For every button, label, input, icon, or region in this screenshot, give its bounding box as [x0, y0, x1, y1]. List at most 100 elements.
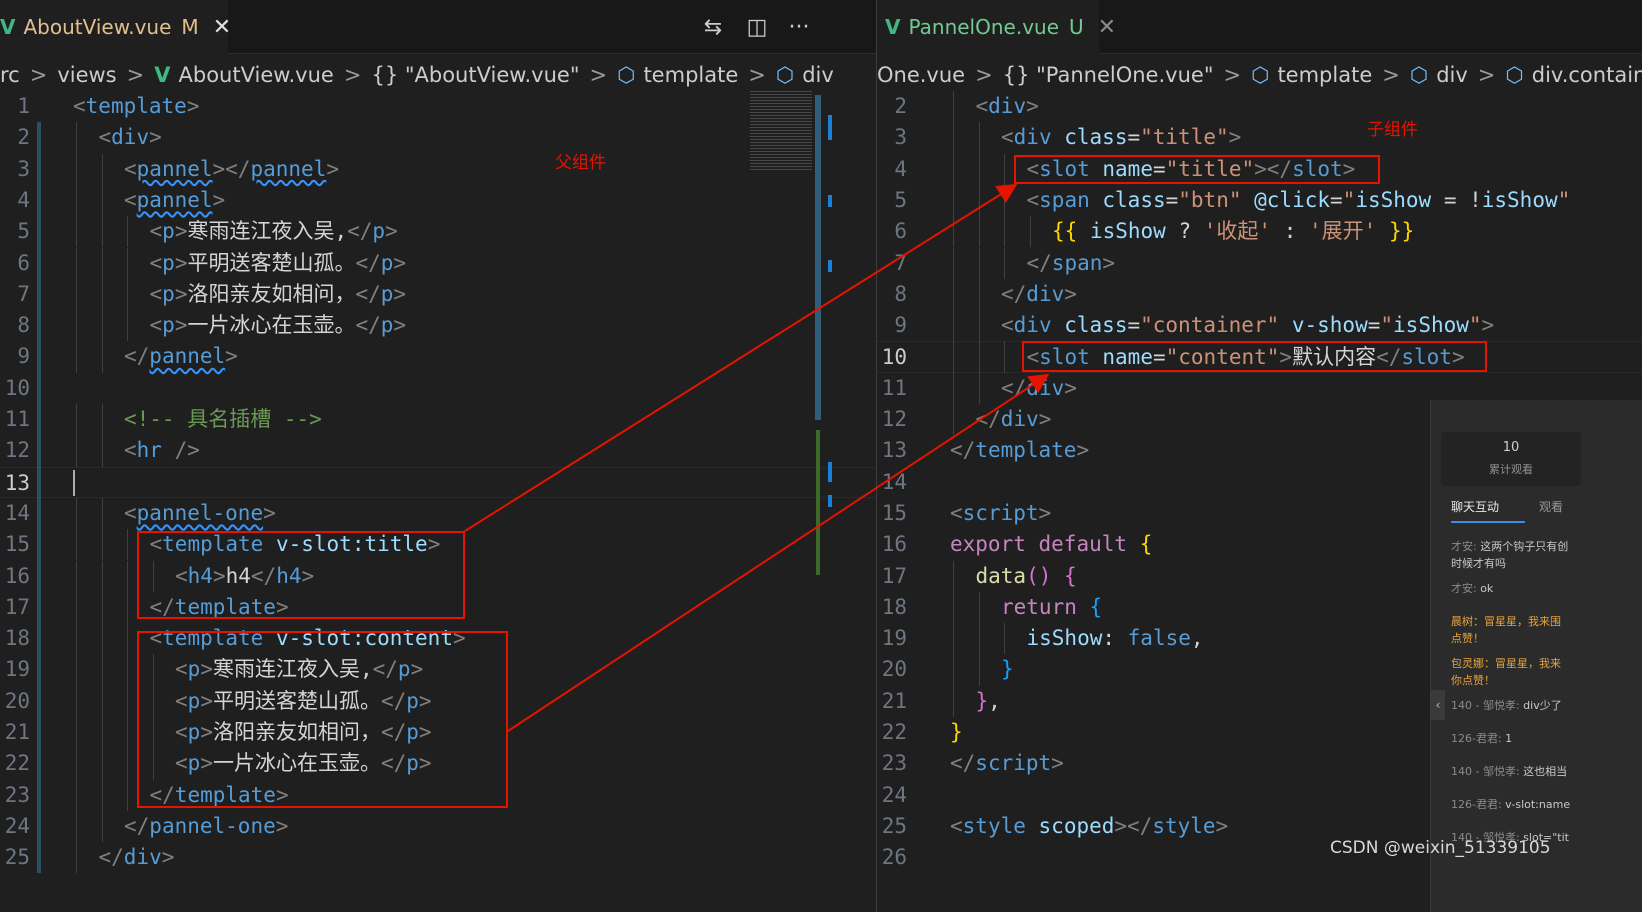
code-line[interactable]: 9 <div class="container" v-show="isShow">: [877, 310, 1642, 341]
indent-guide: [76, 779, 77, 811]
code-line[interactable]: 5 <span class="btn" @click="isShow = !isS…: [877, 185, 1642, 216]
indent-guide: [101, 153, 103, 185]
indent-guide: [101, 685, 103, 717]
code-text: <template>: [73, 91, 199, 122]
code-token: {: [1064, 563, 1077, 588]
code-text: export default {: [950, 529, 1152, 560]
code-token: template: [85, 94, 187, 118]
tab-chat[interactable]: 聊天互动: [1451, 498, 1525, 523]
indent-guide: [76, 529, 77, 561]
breadcrumb-item[interactable]: div.container: [1532, 63, 1642, 87]
code-token: =: [1330, 187, 1343, 212]
code-token: >: [1026, 94, 1039, 118]
code-token: <: [124, 438, 137, 463]
code-token: </: [98, 845, 124, 870]
breadcrumb-item[interactable]: div: [802, 63, 834, 87]
code-token: }: [950, 720, 963, 744]
code-line[interactable]: 8 <p>一片冰心在玉壶。</p>: [0, 310, 876, 341]
indent-guide: [978, 184, 980, 217]
code-line[interactable]: 25 </div>: [0, 842, 876, 873]
line-number: 23: [4, 782, 30, 807]
code-line[interactable]: 13: [0, 466, 876, 498]
tab-pannelone[interactable]: V PannelOne.vue U ✕: [877, 0, 1116, 54]
code-line[interactable]: 14 <pannel-one>: [0, 498, 876, 529]
chat-text-continued: 时候才有吗: [1451, 557, 1506, 570]
split-editor-icon[interactable]: ◫: [742, 12, 772, 42]
symbol-icon: ⬡: [775, 63, 795, 87]
line-number: 2: [894, 94, 907, 118]
indent-guide: [978, 372, 980, 404]
indent-guide: [76, 278, 77, 311]
code-line[interactable]: 5 <p>寒雨连江夜入吴,</p>: [0, 216, 876, 247]
code-token: =: [1165, 187, 1179, 212]
code-token: </: [355, 250, 381, 275]
code-token: </: [1026, 250, 1052, 275]
git-change-bar: [37, 122, 41, 874]
breadcrumb-item[interactable]: template: [1277, 63, 1372, 87]
code-line[interactable]: 8 </div>: [877, 279, 1642, 310]
code-token: >: [1051, 751, 1064, 776]
code-line[interactable]: 1 <template>: [0, 91, 876, 122]
breadcrumb-item[interactable]: One.vue: [877, 63, 965, 87]
indent-guide: [127, 529, 128, 561]
indent-guide: [953, 372, 954, 404]
indent-guide: [76, 341, 77, 373]
tab-viewers[interactable]: 观看: [1539, 498, 1563, 515]
chat-text: div少了: [1523, 699, 1562, 712]
indent-guide: [953, 278, 954, 311]
vue-file-icon: V: [885, 15, 901, 39]
line-number: 1: [17, 94, 30, 118]
breadcrumb-item[interactable]: views: [57, 63, 116, 87]
indent-guide: [76, 153, 77, 185]
code-line[interactable]: 11 <!-- 具名插槽 -->: [0, 404, 876, 435]
line-number: 19: [4, 657, 30, 682]
breadcrumb-item[interactable]: {} "PannelOne.vue": [1003, 63, 1214, 87]
breadcrumb-item[interactable]: rc: [0, 63, 20, 87]
code-line[interactable]: 4 <pannel>: [0, 185, 876, 216]
chat-user: 140 - 邹悦孝:: [1451, 765, 1524, 778]
line-number: 24: [881, 782, 907, 807]
breadcrumb-item[interactable]: template: [643, 63, 738, 87]
vertical-scrollbar[interactable]: [815, 95, 821, 420]
code-line[interactable]: 6 {{ isShow ? '收起' : '展开' }}: [877, 216, 1642, 247]
code-token: :: [1102, 626, 1128, 651]
compare-changes-icon[interactable]: ⇆: [698, 12, 728, 42]
indent-guide: [127, 717, 128, 749]
code-token: 寒雨连江夜入吴,: [187, 219, 348, 244]
code-line[interactable]: 12 <hr />: [0, 435, 876, 466]
indent-guide: [101, 748, 103, 780]
close-icon[interactable]: ✕: [213, 15, 231, 40]
indent-guide: [76, 623, 77, 655]
collapse-arrow-icon[interactable]: ‹: [1431, 690, 1445, 720]
symbol-icon: ⬡: [617, 63, 636, 87]
code-token: 洛阳亲友如相问，: [187, 281, 356, 306]
breadcrumb-item[interactable]: div: [1436, 63, 1468, 87]
code-line[interactable]: 2 <div>: [877, 91, 1642, 122]
symbol-icon: ⬡: [1251, 63, 1270, 87]
code-line[interactable]: 3 <pannel></pannel>: [0, 154, 876, 185]
code-line[interactable]: 7 </span>: [877, 248, 1642, 279]
code-line[interactable]: 9 </pannel>: [0, 341, 876, 372]
code-line[interactable]: 3 <div class="title">: [877, 122, 1642, 153]
code-token: default: [1038, 532, 1128, 557]
close-icon[interactable]: ✕: [1098, 15, 1116, 40]
breadcrumb-item[interactable]: {} "AboutView.vue": [371, 63, 579, 87]
code-line[interactable]: 24 </pannel-one>: [0, 811, 876, 842]
tab-aboutview[interactable]: V AboutView.vue M ✕: [0, 0, 231, 54]
minimap[interactable]: [750, 91, 812, 171]
indent-guide: [101, 404, 103, 436]
chat-text: 1: [1505, 732, 1513, 745]
line-number: 26: [881, 845, 907, 870]
breadcrumb-item[interactable]: AboutView.vue: [179, 63, 334, 87]
code-token: p: [380, 281, 394, 306]
code-text: <div class="container" v-show="isShow">: [1001, 310, 1494, 341]
code-line[interactable]: 7 <p>洛阳亲友如相问，</p>: [0, 279, 876, 310]
code-text: }: [950, 717, 963, 748]
code-line[interactable]: 6 <p>平明送客楚山孤。</p>: [0, 248, 876, 279]
chat-message: 140 - 邹悦孝: 这也相当: [1451, 763, 1642, 780]
code-line[interactable]: 2 <div>: [0, 122, 876, 153]
code-line[interactable]: 10: [0, 373, 876, 404]
more-actions-icon[interactable]: ···: [784, 12, 814, 42]
